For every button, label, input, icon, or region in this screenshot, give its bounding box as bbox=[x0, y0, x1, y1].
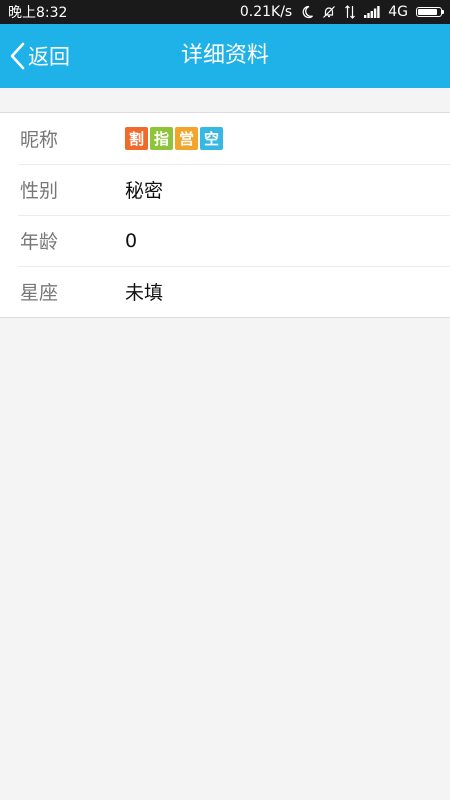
chevron-left-icon bbox=[8, 40, 26, 72]
battery-icon bbox=[416, 7, 444, 17]
data-arrows-icon bbox=[344, 4, 356, 20]
gender-value: 秘密 bbox=[125, 180, 164, 202]
gender-label: 性别 bbox=[20, 180, 59, 202]
back-button[interactable]: 返回 bbox=[8, 24, 70, 88]
nickname-char: 空 bbox=[200, 127, 223, 150]
profile-details-card: 昵称 割指営空 性别 秘密 年龄 0 星座 未填 bbox=[0, 112, 450, 318]
moon-icon bbox=[300, 4, 314, 20]
gender-row: 性别 秘密 bbox=[0, 164, 450, 215]
age-row: 年龄 0 bbox=[0, 215, 450, 266]
net-speed: 0.21K/s bbox=[239, 4, 293, 20]
signal-icon bbox=[364, 4, 380, 20]
nickname-row: 昵称 割指営空 bbox=[0, 113, 450, 164]
back-label: 返回 bbox=[28, 45, 70, 69]
age-value: 0 bbox=[125, 229, 138, 252]
navigation-bar: 返回 详细资料 bbox=[0, 24, 450, 88]
zodiac-label: 星座 bbox=[20, 282, 59, 304]
status-bar: 晚上8:32 0.21K/s 4G bbox=[0, 0, 450, 24]
nickname-char: 割 bbox=[125, 127, 148, 150]
zodiac-value: 未填 bbox=[125, 282, 164, 304]
network-type: 4G bbox=[388, 4, 408, 20]
status-time: 晚上8:32 bbox=[8, 5, 68, 21]
status-indicators: 0.21K/s 4G bbox=[239, 4, 444, 20]
zodiac-row: 星座 未填 bbox=[0, 266, 450, 317]
age-label: 年龄 bbox=[20, 231, 59, 253]
nickname-char: 営 bbox=[175, 127, 198, 150]
nickname-label: 昵称 bbox=[20, 129, 59, 151]
nickname-char: 指 bbox=[150, 127, 173, 150]
nickname-value: 割指営空 bbox=[125, 127, 223, 150]
battery-level bbox=[418, 9, 437, 15]
silent-bell-icon bbox=[322, 4, 336, 20]
